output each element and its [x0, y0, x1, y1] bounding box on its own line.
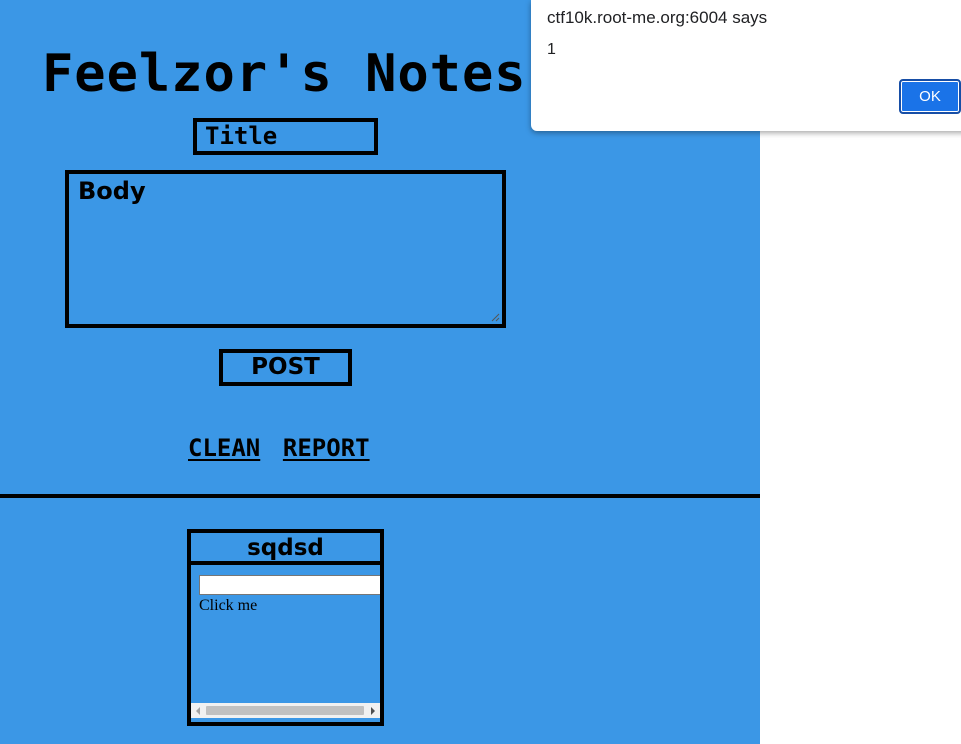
scroll-thumb[interactable] [206, 706, 364, 715]
ok-button[interactable]: OK [899, 79, 961, 114]
page-title: Feelzor's Notes [42, 44, 527, 104]
body-placeholder: Body [78, 177, 146, 205]
note-text-field[interactable] [199, 575, 380, 595]
report-link[interactable]: REPORT [283, 434, 370, 462]
resize-grip-icon[interactable] [490, 312, 500, 322]
note-title: sqdsd [191, 533, 380, 565]
note-card: sqdsd Click me [187, 529, 384, 726]
clean-link[interactable]: CLEAN [188, 434, 260, 462]
body-textarea[interactable]: Body [65, 170, 506, 328]
note-body-frame[interactable]: Click me [191, 565, 380, 718]
alert-dialog: ctf10k.root-me.org:6004 says 1 [531, 0, 961, 131]
action-links: CLEAN REPORT [188, 434, 370, 462]
post-button[interactable]: POST [219, 349, 352, 386]
scroll-left-icon[interactable] [196, 707, 200, 715]
dialog-origin: ctf10k.root-me.org:6004 says [547, 8, 768, 27]
divider [0, 494, 760, 498]
scroll-right-icon[interactable] [371, 707, 375, 715]
title-input[interactable]: Title [193, 118, 378, 155]
horizontal-scrollbar[interactable] [191, 703, 380, 718]
dialog-message: 1 [547, 41, 556, 58]
note-click-text[interactable]: Click me [199, 597, 257, 615]
